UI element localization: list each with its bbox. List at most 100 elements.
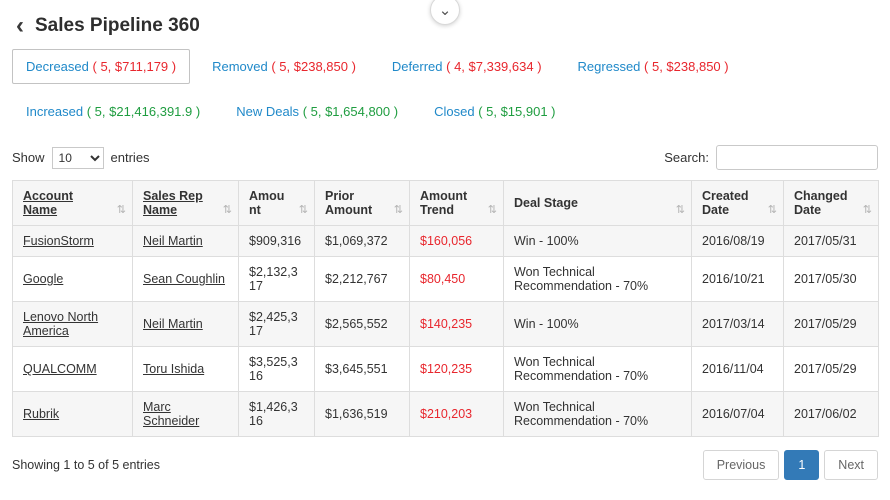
tab-label: Regressed bbox=[577, 59, 641, 74]
tab-stats: ( 5, $21,416,391.9 ) bbox=[86, 104, 201, 119]
column-header-amount[interactable]: Amount ⇅ bbox=[238, 180, 315, 226]
cell-created-date: 2016/07/04 bbox=[691, 391, 784, 437]
table-row: Lenovo North America Neil Martin $2,425,… bbox=[12, 301, 879, 347]
cell-changed-date: 2017/06/02 bbox=[783, 391, 879, 437]
table-row: FusionStorm Neil Martin $909,316 $1,069,… bbox=[12, 225, 879, 257]
search-input[interactable] bbox=[716, 145, 878, 170]
tab-stats: ( 5, $238,850 ) bbox=[271, 59, 356, 74]
page-number-button[interactable]: 1 bbox=[784, 450, 820, 480]
cell-amount: $3,525,316 bbox=[238, 346, 315, 392]
sales-rep-link[interactable]: Marc Schneider bbox=[143, 400, 199, 428]
previous-page-button[interactable]: Previous bbox=[702, 450, 780, 480]
tab-label: Closed bbox=[434, 104, 475, 119]
tab-stats: ( 5, $711,179 ) bbox=[92, 59, 177, 74]
tab-label: Deferred bbox=[391, 59, 443, 74]
page-size-select[interactable]: 10 bbox=[51, 146, 104, 169]
table-row: Google Sean Coughlin $2,132,317 $2,212,7… bbox=[12, 256, 879, 302]
cell-sales-rep: Toru Ishida bbox=[132, 346, 239, 392]
pipeline-table: Account Name ⇅ Sales Rep Name ⇅ Amount ⇅… bbox=[12, 180, 879, 437]
table-controls: Show 10 entries Search: bbox=[12, 145, 878, 170]
cell-account-name: FusionStorm bbox=[12, 225, 133, 257]
sort-icon: ⇅ bbox=[298, 204, 308, 216]
cell-amount-trend: $80,450 bbox=[409, 256, 504, 302]
tab-increased[interactable]: Increased ( 5, $21,416,391.9 ) bbox=[12, 94, 214, 129]
column-header-prior-amount[interactable]: Prior Amount ⇅ bbox=[314, 180, 410, 226]
page-title: Sales Pipeline 360 bbox=[35, 15, 200, 36]
tab-label: New Deals bbox=[236, 104, 300, 119]
tab-stats: ( 5, $1,654,800 ) bbox=[302, 104, 399, 119]
cell-changed-date: 2017/05/30 bbox=[783, 256, 879, 302]
tab-decreased[interactable]: Decreased ( 5, $711,179 ) bbox=[12, 49, 191, 84]
tab-removed[interactable]: Removed ( 5, $238,850 ) bbox=[198, 49, 370, 84]
column-header-created-date[interactable]: Created Date ⇅ bbox=[691, 180, 784, 226]
cell-sales-rep: Neil Martin bbox=[132, 301, 239, 347]
next-page-button[interactable]: Next bbox=[824, 450, 878, 480]
show-label: Show bbox=[12, 150, 45, 165]
tab-new-deals[interactable]: New Deals ( 5, $1,654,800 ) bbox=[222, 94, 412, 129]
sort-icon: ⇅ bbox=[393, 204, 403, 216]
cell-account-name: Lenovo North America bbox=[12, 301, 133, 347]
sort-icon: ⇅ bbox=[675, 204, 685, 216]
sort-icon: ⇅ bbox=[767, 204, 777, 216]
sort-icon: ⇅ bbox=[116, 204, 126, 216]
cell-sales-rep: Sean Coughlin bbox=[132, 256, 239, 302]
cell-amount: $2,425,317 bbox=[238, 301, 315, 347]
account-link[interactable]: Google bbox=[23, 272, 63, 286]
cell-account-name: Google bbox=[12, 256, 133, 302]
entries-info: Showing 1 to 5 of 5 entries bbox=[12, 458, 161, 472]
table-header-row: Account Name ⇅ Sales Rep Name ⇅ Amount ⇅… bbox=[12, 180, 879, 226]
tab-deferred[interactable]: Deferred ( 4, $7,339,634 ) bbox=[378, 49, 556, 84]
column-header-account-name[interactable]: Account Name ⇅ bbox=[12, 180, 133, 226]
search-control: Search: bbox=[664, 145, 878, 170]
page-size-control: Show 10 entries bbox=[12, 146, 150, 169]
cell-prior-amount: $1,069,372 bbox=[314, 225, 410, 257]
tab-closed[interactable]: Closed ( 5, $15,901 ) bbox=[420, 94, 569, 129]
sort-icon: ⇅ bbox=[862, 204, 872, 216]
cell-amount-trend: $140,235 bbox=[409, 301, 504, 347]
cell-amount: $909,316 bbox=[238, 225, 315, 257]
sales-rep-link[interactable]: Sean Coughlin bbox=[143, 272, 225, 286]
tab-regressed[interactable]: Regressed ( 5, $238,850 ) bbox=[564, 49, 743, 84]
cell-changed-date: 2017/05/31 bbox=[783, 225, 879, 257]
column-header-changed-date[interactable]: Changed Date ⇅ bbox=[783, 180, 879, 226]
back-icon[interactable]: ‹ bbox=[16, 14, 24, 38]
cell-sales-rep: Neil Martin bbox=[132, 225, 239, 257]
column-header-amount-trend[interactable]: Amount Trend ⇅ bbox=[409, 180, 504, 226]
cell-created-date: 2016/10/21 bbox=[691, 256, 784, 302]
pagination: Previous 1 Next bbox=[702, 450, 878, 480]
tab-stats: ( 4, $7,339,634 ) bbox=[446, 59, 542, 74]
cell-prior-amount: $2,565,552 bbox=[314, 301, 410, 347]
cell-prior-amount: $3,645,551 bbox=[314, 346, 410, 392]
table-row: QUALCOMM Toru Ishida $3,525,316 $3,645,5… bbox=[12, 346, 879, 392]
cell-deal-stage: Won Technical Recommendation - 70% bbox=[503, 256, 692, 302]
cell-prior-amount: $1,636,519 bbox=[314, 391, 410, 437]
column-header-sales-rep-name[interactable]: Sales Rep Name ⇅ bbox=[132, 180, 239, 226]
cell-prior-amount: $2,212,767 bbox=[314, 256, 410, 302]
sales-rep-link[interactable]: Neil Martin bbox=[143, 317, 203, 331]
cell-account-name: Rubrik bbox=[12, 391, 133, 437]
column-header-deal-stage[interactable]: Deal Stage ⇅ bbox=[503, 180, 692, 226]
cell-sales-rep: Marc Schneider bbox=[132, 391, 239, 437]
cell-changed-date: 2017/05/29 bbox=[783, 301, 879, 347]
table-row: Rubrik Marc Schneider $1,426,316 $1,636,… bbox=[12, 391, 879, 437]
cell-account-name: QUALCOMM bbox=[12, 346, 133, 392]
cell-amount-trend: $210,203 bbox=[409, 391, 504, 437]
account-link[interactable]: Rubrik bbox=[23, 407, 59, 421]
sort-icon: ⇅ bbox=[222, 204, 232, 216]
cell-amount-trend: $120,235 bbox=[409, 346, 504, 392]
account-link[interactable]: Lenovo North America bbox=[23, 310, 98, 338]
cell-deal-stage: Won Technical Recommendation - 70% bbox=[503, 346, 692, 392]
tab-label: Decreased bbox=[26, 59, 89, 74]
tab-stats: ( 5, $15,901 ) bbox=[478, 104, 556, 119]
cell-amount: $2,132,317 bbox=[238, 256, 315, 302]
sales-rep-link[interactable]: Neil Martin bbox=[143, 234, 203, 248]
account-link[interactable]: QUALCOMM bbox=[23, 362, 97, 376]
account-link[interactable]: FusionStorm bbox=[23, 234, 94, 248]
cell-created-date: 2016/08/19 bbox=[691, 225, 784, 257]
sales-rep-link[interactable]: Toru Ishida bbox=[143, 362, 204, 376]
tab-label: Removed bbox=[212, 59, 268, 74]
cell-amount-trend: $160,056 bbox=[409, 225, 504, 257]
chevron-down-icon: ⌄ bbox=[438, 2, 452, 19]
table-footer: Showing 1 to 5 of 5 entries Previous 1 N… bbox=[12, 450, 878, 480]
search-label: Search: bbox=[664, 150, 709, 165]
